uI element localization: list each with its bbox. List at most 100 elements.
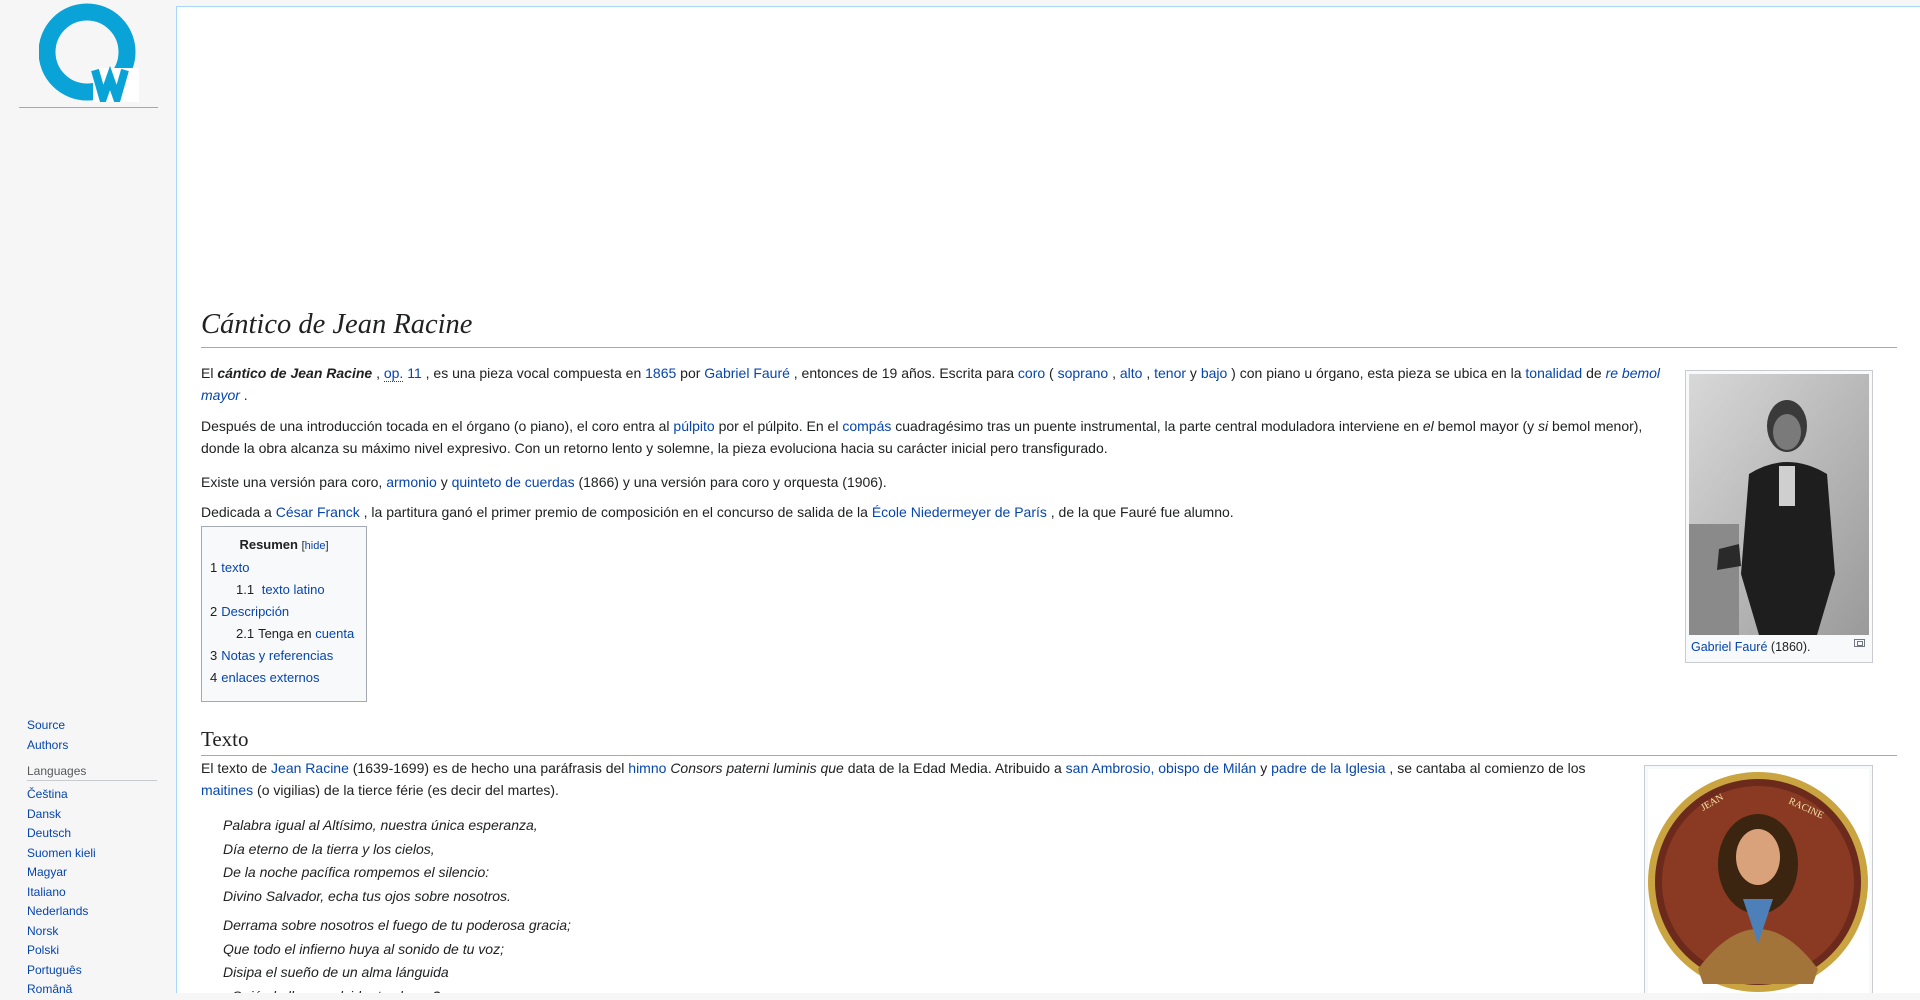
quinteto-link[interactable]: quinteto de cuerdas bbox=[452, 474, 575, 490]
versions-paragraph: Existe una versión para coro, armonio y … bbox=[201, 471, 1671, 493]
toc-item[interactable]: 2 Descripción bbox=[202, 601, 366, 623]
table-of-contents: Resumen [hide] 1 texto 1.1 texto latino 2… bbox=[201, 526, 367, 702]
maitines-link[interactable]: maitines bbox=[201, 782, 253, 798]
description-paragraph: Después de una introducción tocada en el… bbox=[201, 415, 1671, 459]
sidebar-link-source[interactable]: Source bbox=[27, 716, 157, 736]
languages-heading: Languages bbox=[27, 761, 157, 781]
language-link[interactable]: Română bbox=[27, 980, 157, 1000]
faure-caption-link[interactable]: Gabriel Fauré bbox=[1691, 640, 1767, 654]
alto-link[interactable]: alto bbox=[1120, 365, 1143, 381]
franck-link[interactable]: César Franck bbox=[276, 504, 360, 520]
text: ) con piano u órgano, esta pieza se ubic… bbox=[1227, 365, 1526, 381]
text: por bbox=[676, 365, 705, 381]
text: (1866) y una versión para coro y orquest… bbox=[574, 474, 887, 490]
language-link[interactable]: Dansk bbox=[27, 805, 157, 825]
toc-title: Resumen [hide] bbox=[202, 527, 366, 557]
pulpito-link[interactable]: púlpito bbox=[673, 418, 714, 434]
text: , bbox=[1108, 365, 1120, 381]
toc-item[interactable]: 1.1 texto latino bbox=[202, 579, 366, 601]
text: , bbox=[372, 365, 384, 381]
toc-link[interactable]: enlaces externos bbox=[221, 670, 319, 685]
language-link[interactable]: Italiano bbox=[27, 883, 157, 903]
toc-hide-link[interactable]: hide bbox=[305, 540, 326, 552]
faure-portrait-image[interactable] bbox=[1689, 374, 1869, 635]
sidebar-nav: Source Authors Languages Čeština Dansk D… bbox=[27, 716, 157, 1000]
text: data de la Edad Media. Atribuido a bbox=[843, 760, 1066, 776]
poem-line: Derrama sobre nosotros el fuego de tu po… bbox=[223, 917, 571, 933]
toc-item[interactable]: 4 enlaces externos bbox=[202, 667, 366, 689]
text: , bbox=[1142, 365, 1155, 381]
text: El texto de bbox=[201, 760, 272, 776]
toc-number: 4 bbox=[210, 670, 218, 685]
year-link[interactable]: 1865 bbox=[645, 365, 676, 381]
poem-line: Palabra igual al Altísimo, nuestra única… bbox=[223, 817, 538, 833]
faure-thumbnail: Gabriel Fauré (1860). bbox=[1685, 370, 1873, 663]
text: y bbox=[1256, 760, 1272, 776]
coro-link[interactable]: coro bbox=[1018, 365, 1045, 381]
toc-text: Tenga en bbox=[258, 626, 316, 641]
faure-caption: Gabriel Fauré (1860). bbox=[1689, 635, 1869, 659]
racine-link[interactable]: Jean Racine bbox=[271, 760, 349, 776]
text: , de la que Fauré fue alumno. bbox=[1046, 504, 1234, 520]
texto-paragraph: El texto de Jean Racine (1639-1699) es d… bbox=[201, 757, 1641, 801]
ecole-link[interactable]: École Niedermeyer de París bbox=[872, 504, 1047, 520]
toc-link[interactable]: Descripción bbox=[221, 604, 289, 619]
language-link[interactable]: Nederlands bbox=[27, 902, 157, 922]
text: de bbox=[1582, 365, 1606, 381]
text: por el púlpito. En el bbox=[714, 418, 843, 434]
opus-number-link[interactable]: 11 bbox=[407, 365, 422, 381]
toc-link[interactable]: Notas y referencias bbox=[221, 648, 333, 663]
language-link[interactable]: Magyar bbox=[27, 863, 157, 883]
language-link[interactable]: Polski bbox=[27, 941, 157, 961]
ambrosio-link[interactable]: san Ambrosio, obispo de Milán bbox=[1066, 760, 1257, 776]
toc-link[interactable]: cuenta bbox=[315, 626, 354, 641]
opus-abbr-link[interactable]: op. bbox=[383, 365, 404, 382]
bajo-link[interactable]: bajo bbox=[1201, 365, 1227, 381]
text: , la partitura ganó el primer premio de … bbox=[359, 504, 872, 520]
section-heading-texto: Texto bbox=[201, 725, 1897, 756]
site-logo-icon[interactable] bbox=[39, 2, 139, 102]
language-link[interactable]: Português bbox=[27, 961, 157, 981]
tenor-link[interactable]: tenor bbox=[1154, 365, 1186, 381]
racine-medallion-image[interactable]: JEAN RACINE bbox=[1648, 769, 1869, 993]
poem-stanza-2: Derrama sobre nosotros el fuego de tu po… bbox=[223, 914, 571, 993]
sidebar: Source Authors Languages Čeština Dansk D… bbox=[0, 0, 176, 996]
toc-item[interactable]: 1 texto bbox=[202, 557, 366, 579]
toc-link[interactable]: texto latino bbox=[262, 582, 325, 597]
sidebar-link-authors[interactable]: Authors bbox=[27, 736, 157, 756]
poem-line: Divino Salvador, echa tus ojos sobre nos… bbox=[223, 887, 511, 904]
toc-number: 3 bbox=[210, 648, 218, 663]
enlarge-icon[interactable] bbox=[1854, 639, 1865, 647]
language-link[interactable]: Suomen kieli bbox=[27, 844, 157, 864]
language-link[interactable]: Norsk bbox=[27, 922, 157, 942]
himno-link[interactable]: himno bbox=[628, 760, 666, 776]
text: bemol mayor (y bbox=[1433, 418, 1539, 434]
language-link[interactable]: Čeština bbox=[27, 785, 157, 805]
soprano-link[interactable]: soprano bbox=[1058, 365, 1109, 381]
text: Existe una versión para coro, bbox=[201, 474, 387, 490]
toc-item[interactable]: 2.1 Tenga en cuenta bbox=[202, 623, 366, 645]
toc-number: 2.1 bbox=[236, 626, 255, 641]
toc-number: 1.1 bbox=[236, 582, 255, 597]
text: Dedicada a bbox=[201, 504, 276, 520]
italic-text: si bbox=[1538, 418, 1549, 434]
bracket: ] bbox=[325, 540, 329, 552]
text: y bbox=[1186, 365, 1201, 381]
italic-text: el bbox=[1422, 418, 1434, 434]
text: , es una pieza vocal compuesta en bbox=[421, 365, 646, 381]
tonalidad-link[interactable]: tonalidad bbox=[1525, 365, 1582, 381]
faure-caption-text: (1860). bbox=[1767, 640, 1811, 654]
padre-link[interactable]: padre de la Iglesia bbox=[1271, 760, 1385, 776]
faure-link[interactable]: Gabriel Fauré bbox=[704, 365, 790, 381]
text: (o vigilias) de la tierce férie (es deci… bbox=[253, 782, 559, 798]
language-link[interactable]: Deutsch bbox=[27, 824, 157, 844]
toc-item[interactable]: 3 Notas y referencias bbox=[202, 645, 366, 667]
armonio-link[interactable]: armonio bbox=[386, 474, 437, 490]
text: y bbox=[436, 474, 452, 490]
logo[interactable] bbox=[19, 0, 158, 108]
page-title: Cántico de Jean Racine bbox=[201, 307, 1897, 348]
toc-link[interactable]: texto bbox=[221, 560, 249, 575]
compas-link[interactable]: compás bbox=[842, 418, 891, 434]
dedication-paragraph: Dedicada a César Franck , la partitura g… bbox=[201, 501, 1671, 523]
text: , entonces de 19 años. Escrita para bbox=[789, 365, 1018, 381]
